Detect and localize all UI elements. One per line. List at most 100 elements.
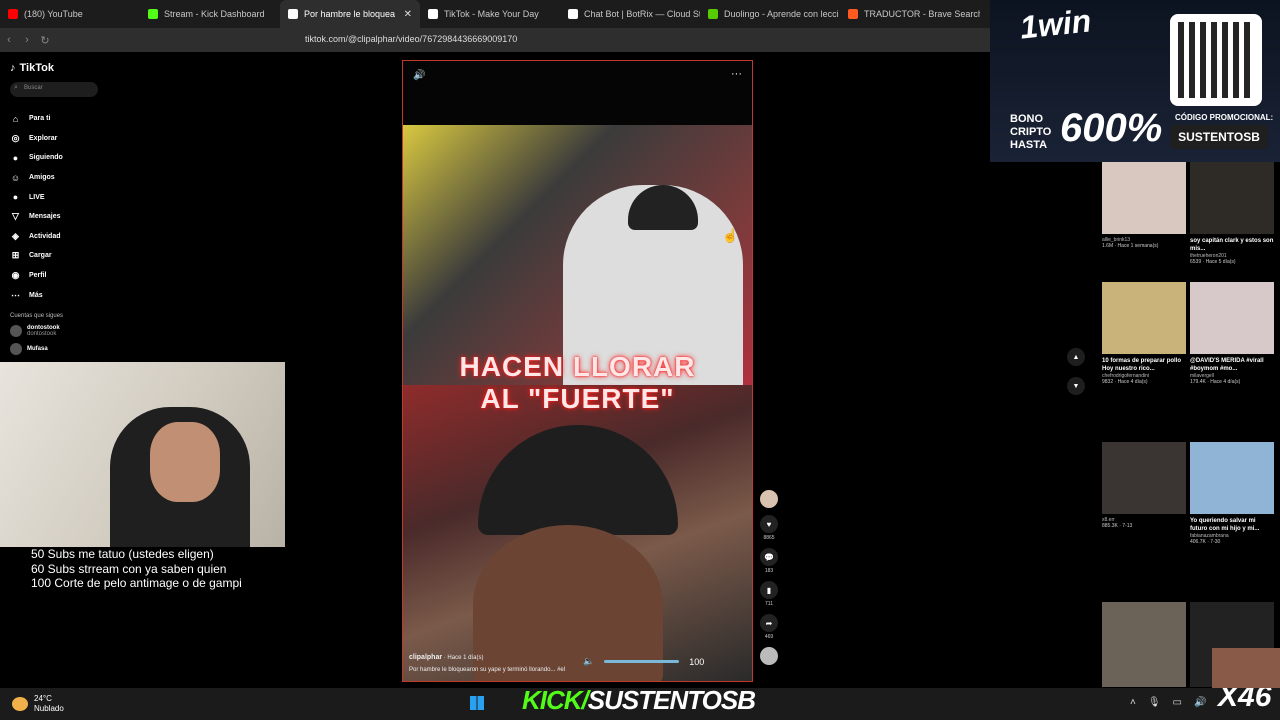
browser-tab[interactable]: TRADUCTOR - Brave Search (840, 0, 980, 28)
sidebar-item-label: Explorar (29, 134, 58, 142)
comment-count: 183 (764, 568, 774, 574)
sidebar-item-friends[interactable]: ☺ Amigos (10, 168, 100, 188)
weather-widget[interactable]: 24°C Nublado (12, 694, 64, 714)
webcam-overlay (0, 362, 285, 547)
browser-tab[interactable]: Chat Bot | BotRix — Cloud Str (560, 0, 700, 28)
following-handle: dontostook (27, 330, 57, 337)
search-icon: ⌕ (14, 84, 18, 91)
tiktok-sidebar: ♪ TikTok ⌕ Buscar ⌂ Para ti ◎ Explorar ● Siguie… (0, 52, 110, 362)
recommended-video-card[interactable]: x8.err 885.3K · 7-13 (1102, 442, 1186, 529)
sidebar-item-upload[interactable]: ⊞ Cargar (10, 246, 100, 266)
card-meta: 885.3K · 7-13 (1102, 523, 1133, 529)
comment-icon[interactable]: 💬 (760, 548, 778, 566)
more-options-icon[interactable]: ··· (731, 68, 742, 80)
mic-icon[interactable]: 🎙 (1148, 697, 1161, 708)
recommended-video-card[interactable]: 10 formas de preparar pollo Hoy nuestro … (1102, 282, 1186, 385)
browser-tab[interactable]: Stream - Kick Dashboard (140, 0, 280, 28)
video-author[interactable]: clipalphar (409, 654, 442, 661)
messages-icon: ▽ (12, 211, 19, 222)
video-thumbnail[interactable] (1190, 282, 1274, 354)
video-actions: ♥ 8865 💬 183 ▮ 711 ➦ 469 (758, 490, 780, 665)
promo-code-header: CÓDIGO PROMOCIONAL: (1175, 113, 1274, 122)
tiktok-note-icon: ♪ (10, 62, 16, 74)
sidebar-item-live[interactable]: ● LIVE (10, 187, 100, 207)
ad-bonus-text: BONO CRIPTO HASTA (1010, 113, 1051, 152)
avatar (10, 342, 22, 355)
card-title: 10 formas de preparar pollo Hoy nuestro … (1102, 358, 1182, 372)
tab-label: (180) YouTube (24, 9, 83, 19)
search-placeholder: Buscar (24, 85, 43, 91)
sidebar-item-activity[interactable]: ◈ Actividad (10, 227, 100, 247)
sidebar-item-more[interactable]: ⋯ Más (10, 285, 100, 305)
avatar (10, 324, 22, 337)
reload-icon[interactable]: ↻ (36, 34, 54, 47)
live-icon: ● (12, 192, 19, 203)
recommended-video-card[interactable] (1102, 602, 1186, 687)
video-player[interactable]: 🔊 ··· HACEN LLORAR AL "FUERTE" clipalpha… (402, 60, 753, 682)
network-icon[interactable]: ▭ (1173, 697, 1182, 708)
volume-icon[interactable]: 🔊 (413, 70, 425, 81)
windows-start-icon[interactable] (470, 696, 484, 710)
streamer-face (150, 422, 220, 502)
promo-code: SUSTENTOSB (1170, 125, 1268, 149)
recommended-video-card[interactable]: allie_brink13 1.6M · Hace 1 semana(s) (1102, 162, 1186, 249)
volume-slider[interactable] (604, 660, 680, 663)
share-icon[interactable]: ➦ (760, 614, 778, 632)
bonus-line: BONO (1010, 113, 1043, 125)
music-disc-icon[interactable] (760, 647, 778, 665)
like-icon[interactable]: ♥ (760, 515, 778, 533)
tray-chevron-icon[interactable]: ˄ (1130, 697, 1136, 708)
search-input[interactable]: ⌕ Buscar (10, 82, 98, 97)
weather-temp: 24°C (34, 694, 52, 703)
speaker-icon[interactable]: 🔈 (583, 656, 594, 667)
bonus-line: HASTA (1010, 139, 1048, 151)
caption-line-2: AL "FUERTE" (480, 383, 675, 414)
sidebar-item-home[interactable]: ⌂ Para ti (10, 109, 100, 129)
recommended-video-card[interactable]: @DAVID'S MERIDA #virall #boymom #mo... mi… (1190, 282, 1274, 385)
video-top-bar (403, 61, 752, 125)
card-meta: 9832 · Hace 4 día(s) (1102, 379, 1148, 385)
video-thumbnail[interactable] (1190, 442, 1274, 514)
forward-icon[interactable]: › (18, 34, 36, 46)
card-title: @DAVID'S MERIDA #virall #boymom #mo... (1190, 358, 1264, 372)
recommended-video-card[interactable]: Yo queriendo salvar mi futuro con mi hij… (1190, 442, 1274, 545)
recommended-panel: allie_brink13 1.6M · Hace 1 semana(s) soy … (1100, 162, 1280, 687)
caption-line-1: HACEN LLORAR (459, 351, 696, 382)
card-meta: 6539 · Hace 5 día(s) (1190, 259, 1236, 265)
sidebar-item-compass[interactable]: ◎ Explorar (10, 129, 100, 149)
sidebar-item-following[interactable]: ● Siguiendo (10, 148, 100, 168)
volume-control[interactable]: 🔈 100 (583, 656, 704, 667)
goal-item: 100 Corte de pelo antimage o de gampi (31, 576, 242, 591)
following-item[interactable]: dontostook dontostook (10, 324, 100, 337)
tab-label: Stream - Kick Dashboard (164, 9, 265, 19)
speaker-tray-icon[interactable]: 🔊 (1194, 697, 1206, 708)
browser-tab[interactable]: TikTok - Make Your Day (420, 0, 560, 28)
following-item[interactable]: Mufasa (10, 342, 100, 355)
video-thumbnail[interactable] (1102, 162, 1186, 234)
sidebar-item-profile[interactable]: ◉ Perfil (10, 266, 100, 286)
video-thumbnail[interactable] (1102, 282, 1186, 354)
video-thumbnail[interactable] (1102, 442, 1186, 514)
tab-label: TikTok - Make Your Day (444, 9, 539, 19)
browser-tab[interactable]: Duolingo - Aprende con lecci (700, 0, 840, 28)
back-icon[interactable]: ‹ (0, 34, 18, 46)
browser-tab[interactable]: (180) YouTube (0, 0, 140, 28)
url-field[interactable]: tiktok.com/@clipalphar/video/76729844366… (305, 34, 517, 44)
browser-tab[interactable]: Por hambre le bloquea ✕ (280, 0, 420, 28)
upload-icon: ⊞ (11, 250, 20, 261)
creator-avatar[interactable] (760, 490, 778, 508)
tiktok-logo[interactable]: ♪ TikTok (10, 62, 100, 74)
bookmark-icon[interactable]: ▮ (760, 581, 778, 599)
recommended-video-card[interactable]: soy capitán clark y estos son mis... thet… (1190, 162, 1274, 265)
share-count: 469 (764, 634, 774, 640)
compass-icon: ◎ (11, 132, 20, 143)
sidebar-item-messages[interactable]: ▽ Mensajes (10, 207, 100, 227)
video-time: Hace 1 día(s) (447, 655, 484, 661)
video-thumbnail[interactable] (1190, 162, 1274, 234)
scroll-up-icon[interactable]: ▲ (1067, 348, 1085, 366)
close-tab-icon[interactable]: ✕ (404, 9, 412, 20)
ad-brand: 1win (1018, 2, 1093, 46)
video-thumbnail[interactable] (1102, 602, 1186, 687)
scroll-down-icon[interactable]: ▼ (1067, 377, 1085, 395)
sidebar-item-label: Cargar (29, 252, 52, 260)
